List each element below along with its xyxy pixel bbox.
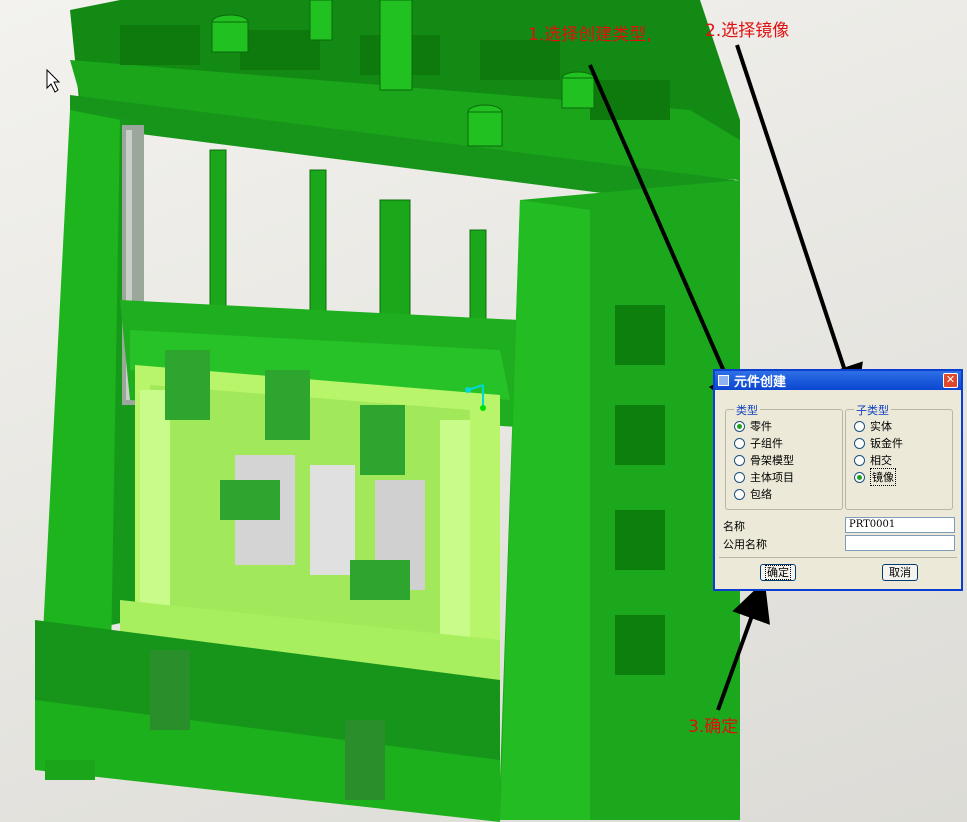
subtype-option-intersect[interactable]: 相交 bbox=[854, 453, 892, 467]
radio-bulk-item[interactable] bbox=[734, 471, 745, 483]
subtype-group-label: 子类型 bbox=[854, 402, 891, 418]
window-app-icon bbox=[718, 375, 729, 386]
radio-part[interactable] bbox=[734, 420, 745, 432]
close-icon[interactable]: ✕ bbox=[943, 373, 958, 388]
annotation-step-2: 2.选择镜像 bbox=[705, 21, 790, 41]
radio-intersect[interactable] bbox=[854, 454, 865, 466]
common-name-input[interactable] bbox=[845, 535, 955, 551]
radio-mirror[interactable] bbox=[854, 471, 865, 483]
ok-button[interactable]: 确定 bbox=[760, 564, 796, 581]
dialog-titlebar[interactable]: 元件创建 ✕ bbox=[715, 371, 961, 390]
dialog-separator bbox=[719, 557, 957, 558]
subtype-option-sheetmetal[interactable]: 钣金件 bbox=[854, 436, 903, 450]
subtype-option-solid[interactable]: 实体 bbox=[854, 419, 892, 433]
component-create-dialog: 元件创建 ✕ 类型 零件 子组件 骨架模型 主体项目 包络 子类型 实体 钣金件… bbox=[713, 369, 963, 591]
annotation-step-3: 3.确定 bbox=[688, 717, 739, 737]
cancel-button[interactable]: 取消 bbox=[882, 564, 918, 581]
annotation-step-1: 1.选择创建类型, bbox=[528, 25, 652, 45]
common-name-label: 公用名称 bbox=[723, 538, 767, 551]
radio-sheetmetal[interactable] bbox=[854, 437, 865, 449]
radio-solid[interactable] bbox=[854, 420, 865, 432]
type-option-skeleton[interactable]: 骨架模型 bbox=[734, 453, 794, 467]
type-group: 类型 零件 子组件 骨架模型 主体项目 包络 bbox=[725, 402, 843, 510]
radio-skeleton[interactable] bbox=[734, 454, 745, 466]
type-option-bulk-item[interactable]: 主体项目 bbox=[734, 470, 794, 484]
name-input[interactable]: PRT0001 bbox=[845, 517, 955, 533]
subtype-option-mirror[interactable]: 镜像 bbox=[854, 468, 896, 486]
type-option-part[interactable]: 零件 bbox=[734, 419, 772, 433]
type-option-envelope[interactable]: 包络 bbox=[734, 487, 772, 501]
name-label: 名称 bbox=[723, 520, 745, 533]
subtype-group: 子类型 实体 钣金件 相交 镜像 bbox=[845, 402, 953, 510]
type-option-subassembly[interactable]: 子组件 bbox=[734, 436, 783, 450]
radio-subassembly[interactable] bbox=[734, 437, 745, 449]
radio-envelope[interactable] bbox=[734, 488, 745, 500]
type-group-label: 类型 bbox=[734, 402, 760, 418]
dialog-title: 元件创建 bbox=[734, 375, 787, 390]
